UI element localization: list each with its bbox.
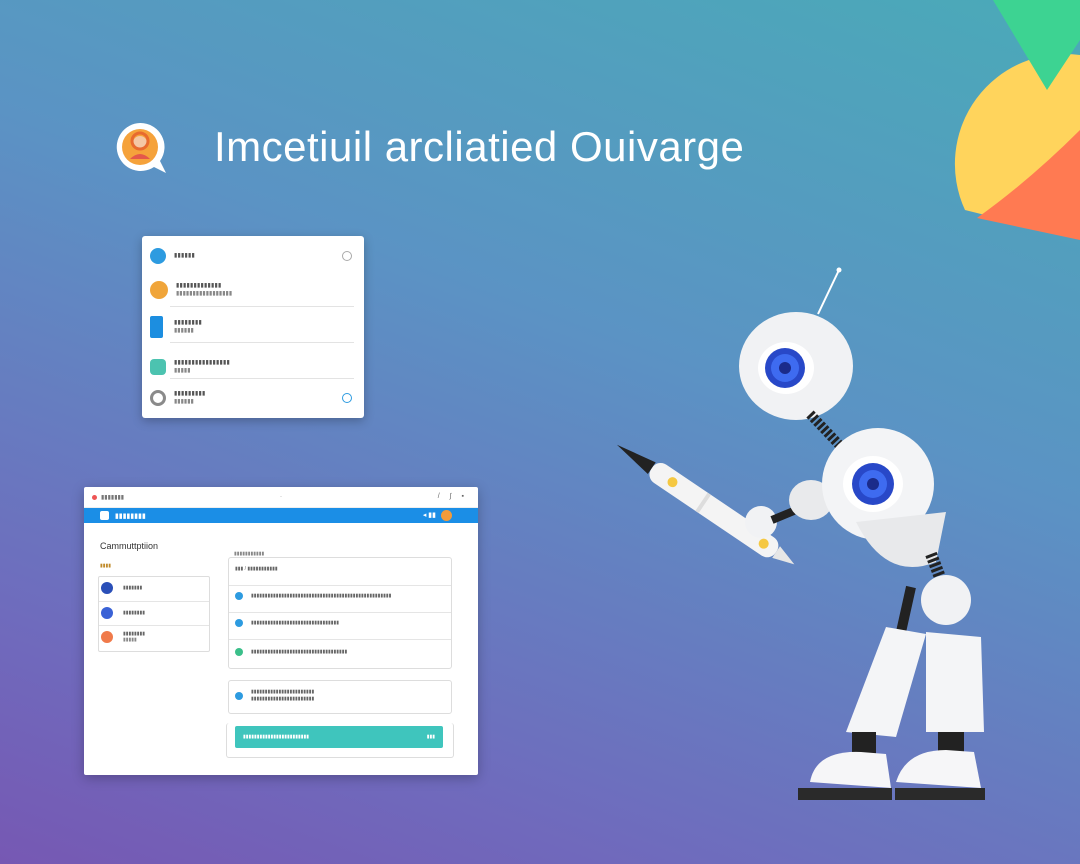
- info-row-text: ▮▮▮▮▮▮▮▮▮▮▮▮▮▮▮▮▮▮▮▮▮▮▮: [251, 689, 315, 695]
- globe-icon: [101, 582, 113, 594]
- tab-label[interactable]: ▮▮▮▮▮▮▮: [101, 494, 124, 501]
- info-row[interactable]: ▮▮▮▮▮▮▮▮▮▮▮▮▮▮▮▮▮▮▮▮▮▮▮ ▮▮▮▮▮▮▮▮▮▮▮▮▮▮▮▮…: [235, 689, 445, 703]
- list-item[interactable]: ▮▮▮▮▮▮▮▮: [101, 607, 145, 619]
- avatar[interactable]: [441, 510, 452, 521]
- primary-action-arrow: ▮▮▮: [426, 734, 435, 740]
- primary-action-button[interactable]: ▮▮▮▮▮▮▮▮▮▮▮▮▮▮▮▮▮▮▮▮▮▮▮▮ ▮▮▮: [235, 726, 443, 748]
- list-item-label: ▮▮▮▮▮▮: [174, 253, 196, 259]
- panel-row-text: ▮▮▮▮▮▮▮▮▮▮▮▮▮▮▮▮▮▮▮▮▮▮▮▮▮▮▮▮▮▮▮▮: [251, 619, 340, 626]
- info-dot-icon: [150, 248, 166, 264]
- action-panel: ▮▮▮▮▮▮▮▮▮▮▮▮▮▮▮▮▮▮▮▮▮▮▮▮ ▮▮▮: [226, 723, 454, 758]
- info-dot-icon: [235, 619, 243, 627]
- list-item[interactable]: ▮▮▮▮▮▮▮▮ ▮▮▮▮▮▮: [150, 310, 356, 344]
- list-item[interactable]: ▮▮▮▮▮▮▮▮▮▮▮▮▮ ▮▮▮▮▮▮▮▮▮▮▮▮▮▮▮▮▮: [150, 273, 356, 307]
- list-item-sublabel: ▮▮▮▮▮: [123, 637, 137, 643]
- left-section-label: ▮▮▮▮: [100, 563, 112, 569]
- app-bar: ▮▮▮▮▮▮▮▮ ◂ ▮▮: [84, 508, 478, 523]
- location-pin-icon: [150, 281, 168, 299]
- list-item[interactable]: ▮▮▮▮▮▮▮: [101, 582, 142, 594]
- divider: [229, 639, 451, 640]
- divider: [170, 306, 354, 307]
- header: Imcetiuil arcliatied Ouivarge: [110, 112, 744, 182]
- divider: [170, 378, 354, 379]
- divider: [229, 612, 451, 613]
- list-item[interactable]: ▮▮▮▮▮▮▮▮ ▮▮▮▮▮: [101, 631, 145, 643]
- bookmark-icon: [101, 631, 113, 643]
- list-item-label: ▮▮▮▮▮▮▮▮: [174, 320, 203, 326]
- info-row-subtext: ▮▮▮▮▮▮▮▮▮▮▮▮▮▮▮▮▮▮▮▮▮▮▮: [251, 696, 315, 702]
- info-dot-icon: [235, 592, 243, 600]
- list-item[interactable]: ▮▮▮▮▮▮▮▮▮ ▮▮▮▮▮▮: [150, 381, 356, 415]
- details-panel: ▮▮▮ / ▮▮▮▮▮▮▮▮▮▮▮ ▮▮▮▮▮▮▮▮▮▮▮▮▮▮▮▮▮▮▮▮▮▮…: [228, 557, 452, 669]
- divider: [99, 601, 209, 602]
- info-icon[interactable]: [342, 393, 352, 403]
- close-dot-icon[interactable]: [92, 494, 97, 500]
- info-dot-icon: [235, 692, 243, 700]
- left-nav-list: ▮▮▮▮▮▮▮ ▮▮▮▮▮▮▮▮ ▮▮▮▮▮▮▮▮ ▮▮▮▮▮: [98, 576, 210, 652]
- panel-row-text: ▮▮▮▮▮▮▮▮▮▮▮▮▮▮▮▮▮▮▮▮▮▮▮▮▮▮▮▮▮▮▮▮▮▮▮: [251, 648, 348, 655]
- toggle-icon[interactable]: [342, 251, 352, 261]
- page-title: Imcetiuil arcliatied Ouivarge: [214, 123, 745, 170]
- list-item-sublabel: ▮▮▮▮▮▮▮▮▮▮▮▮▮▮▮▮▮: [176, 291, 233, 297]
- app-logo-icon: [100, 511, 109, 520]
- settings-icon: [150, 390, 166, 406]
- app-window: ▮▮▮▮▮▮▮ · / ∫ ▪ ▮▮▮▮▮▮▮▮ ◂ ▮▮ Cammuttpti…: [84, 487, 478, 775]
- compass-icon: [101, 607, 113, 619]
- divider: [99, 625, 209, 626]
- app-bar-controls[interactable]: ◂ ▮▮: [423, 511, 436, 519]
- app-name: ▮▮▮▮▮▮▮▮: [115, 512, 146, 520]
- check-dot-icon: [235, 648, 243, 656]
- chat-icon: [150, 359, 166, 375]
- document-icon: [150, 316, 163, 338]
- divider: [229, 585, 451, 586]
- robot-illustration: [616, 267, 985, 800]
- divider: [170, 342, 354, 343]
- primary-action-label: ▮▮▮▮▮▮▮▮▮▮▮▮▮▮▮▮▮▮▮▮▮▮▮▮: [243, 734, 310, 740]
- window-chrome: ▮▮▮▮▮▮▮ · / ∫ ▪: [84, 487, 478, 508]
- panel-row-text: ▮▮▮ / ▮▮▮▮▮▮▮▮▮▮▮: [235, 566, 278, 572]
- decorative-pie-shape: [954, 0, 1080, 240]
- list-item-label: ▮▮▮▮▮▮▮▮▮: [174, 391, 206, 397]
- list-item-sublabel: ▮▮▮▮▮▮: [174, 328, 194, 334]
- list-item[interactable]: ▮▮▮▮▮▮: [150, 239, 356, 273]
- chrome-controls[interactable]: / ∫ ▪: [438, 493, 468, 500]
- panel-row-text: ▮▮▮▮▮▮▮▮▮▮▮▮▮▮▮▮▮▮▮▮▮▮▮▮▮▮▮▮▮▮▮▮▮▮▮▮▮▮▮▮…: [251, 592, 392, 599]
- settings-list-card: ▮▮▮▮▮▮ ▮▮▮▮▮▮▮▮▮▮▮▮▮ ▮▮▮▮▮▮▮▮▮▮▮▮▮▮▮▮▮ ▮▮…: [142, 236, 364, 418]
- list-item-sublabel: ▮▮▮▮▮▮: [174, 399, 194, 405]
- panel-row[interactable]: ▮▮▮ / ▮▮▮▮▮▮▮▮▮▮▮: [235, 566, 445, 573]
- chrome-mid-text: ·: [280, 494, 282, 500]
- panel-row[interactable]: ▮▮▮▮▮▮▮▮▮▮▮▮▮▮▮▮▮▮▮▮▮▮▮▮▮▮▮▮▮▮▮▮: [235, 619, 445, 627]
- list-item-label: ▮▮▮▮▮▮▮: [123, 585, 143, 591]
- info-panel: ▮▮▮▮▮▮▮▮▮▮▮▮▮▮▮▮▮▮▮▮▮▮▮ ▮▮▮▮▮▮▮▮▮▮▮▮▮▮▮▮…: [228, 680, 452, 714]
- list-item-label: ▮▮▮▮▮▮▮▮▮▮▮▮▮: [176, 283, 222, 289]
- list-item-label: ▮▮▮▮▮▮▮▮: [123, 610, 146, 616]
- panel-row[interactable]: ▮▮▮▮▮▮▮▮▮▮▮▮▮▮▮▮▮▮▮▮▮▮▮▮▮▮▮▮▮▮▮▮▮▮▮: [235, 648, 445, 656]
- list-item-sublabel: ▮▮▮▮▮: [174, 368, 191, 374]
- panel-row[interactable]: ▮▮▮▮▮▮▮▮▮▮▮▮▮▮▮▮▮▮▮▮▮▮▮▮▮▮▮▮▮▮▮▮▮▮▮▮▮▮▮▮…: [235, 592, 445, 600]
- section-title: Cammuttptiion: [100, 541, 159, 551]
- chat-bubble-icon: [116, 122, 166, 173]
- list-item-label: ▮▮▮▮▮▮▮▮▮▮▮▮▮▮▮▮: [174, 360, 231, 366]
